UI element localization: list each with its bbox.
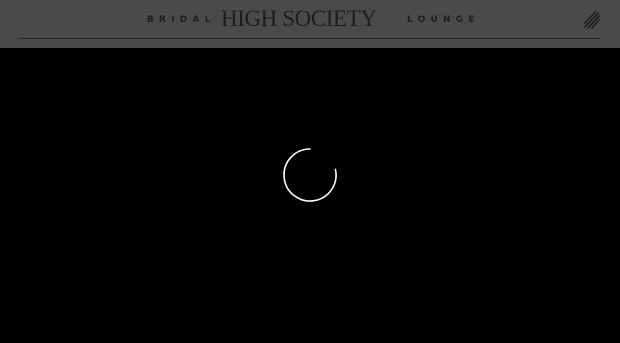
brand-word-left: BRIDAL bbox=[147, 15, 216, 25]
header-divider bbox=[19, 38, 601, 39]
brand-logo[interactable]: HIGH SOCIETY bbox=[221, 5, 377, 33]
loading-spinner-icon bbox=[283, 148, 337, 202]
loading-spinner bbox=[281, 146, 339, 204]
brand-word-right: LOUNGE bbox=[407, 15, 480, 25]
hamburger-menu-icon bbox=[583, 10, 601, 30]
menu-button[interactable] bbox=[580, 8, 602, 30]
page: BRIDAL HIGH SOCIETY LOUNGE bbox=[0, 0, 620, 343]
site-header: BRIDAL HIGH SOCIETY LOUNGE bbox=[0, 0, 620, 48]
